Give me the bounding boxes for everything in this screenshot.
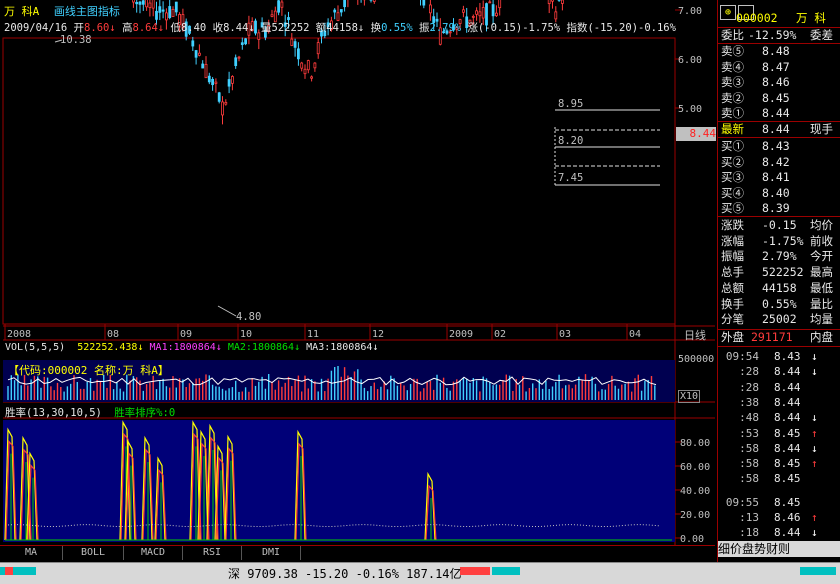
time-tick-label: 2008 xyxy=(7,329,31,340)
level-820: 8.20 xyxy=(558,135,583,147)
stat-1[interactable]: 涨幅 -1.75% 前收 xyxy=(718,234,840,249)
tick-row: 09:54 8.43 ↓ xyxy=(718,349,840,365)
status-bar: 深 9709.38 -15.20 -0.16% 187.14亿 xyxy=(0,562,840,584)
stat-5[interactable]: 换手 0.55% 量比 xyxy=(718,297,840,312)
low-value: 8.40 xyxy=(181,22,206,34)
amplitude-value: 2.79% xyxy=(430,22,462,34)
high-value: 8.64 xyxy=(133,22,158,34)
bar-date: 2009/04/16 xyxy=(4,22,67,34)
tick-row: :28 8.44 xyxy=(718,380,840,396)
kline-chart[interactable]: 10.009.008.007.006.005.00 20080809101112… xyxy=(0,0,717,545)
waipan-row: 外盘 291171 内盘 xyxy=(718,330,840,345)
stat-4[interactable]: 总额 44158 最低 xyxy=(718,281,840,296)
time-tick-label: 04 xyxy=(629,329,641,340)
latest-row: 最新 8.44 现手 xyxy=(718,122,840,137)
volume-value: 522252 xyxy=(272,22,310,34)
time-tick-label: 10 xyxy=(240,329,252,340)
close-value: 8.44 xyxy=(223,22,248,34)
tick-row: :58 8.44 ↓ xyxy=(718,441,840,457)
open-value: 8.60 xyxy=(84,22,109,34)
low-annotation: 4.80 xyxy=(236,311,261,323)
price-tick-label: 7.00 xyxy=(678,6,702,17)
sell-level-1[interactable]: 卖① 8.44 xyxy=(718,106,840,121)
win-tick-label: 0.00 xyxy=(680,534,704,545)
tab-boll[interactable]: BOLL xyxy=(63,546,124,560)
high-annotation: 10.38 xyxy=(60,34,92,46)
tick-row: :13 8.46 ↑ xyxy=(718,510,840,526)
current-price-tag: 8.44 xyxy=(676,127,716,141)
volume-unit[interactable]: X10 xyxy=(678,390,700,403)
time-mode-label[interactable]: 日线 xyxy=(684,327,706,343)
stat-6[interactable]: 分笔 25002 均量 xyxy=(718,312,840,327)
time-tick-label: 12 xyxy=(372,329,384,340)
buy-level-1[interactable]: 买① 8.43 xyxy=(718,139,840,154)
index-text: 指数(-15.20)-0.16% xyxy=(566,22,676,34)
win-rate-axis: 80.00 60.00 40.00 20.00 0.00 xyxy=(675,438,710,545)
indicator-tabs: MA BOLL MACD RSI DMI xyxy=(0,545,715,560)
buy-level-4[interactable]: 买④ 8.40 xyxy=(718,186,840,201)
buy-level-5[interactable]: 买⑤ 8.39 xyxy=(718,201,840,216)
buy-level-2[interactable]: 买② 8.42 xyxy=(718,155,840,170)
time-tick-label: 2009 xyxy=(449,329,473,340)
tab-macd[interactable]: MACD xyxy=(124,546,183,560)
win-tick-label: 40.00 xyxy=(680,486,710,497)
win-tick-label: 20.00 xyxy=(680,510,710,521)
sell-level-5[interactable]: 卖⑤ 8.48 xyxy=(718,44,840,59)
candlesticks xyxy=(7,0,656,316)
tick-row: :48 8.44 ↓ xyxy=(718,410,840,426)
quote-panel: ⊕ 000002 万 科 委比 -12.59% 委差 卖⑤ 8.48 卖④ 8.… xyxy=(717,0,840,583)
stat-3[interactable]: 总手 522252 最高 xyxy=(718,265,840,280)
chart-header: 万 科A 画线主图指标 xyxy=(4,5,120,19)
weibi-row: 委比 -12.59% 委差 xyxy=(718,28,840,43)
sell-level-3[interactable]: 卖③ 8.46 xyxy=(718,75,840,90)
time-tick-label: 09 xyxy=(180,329,192,340)
price-tick-label: 5.00 xyxy=(678,104,702,115)
tab-ma[interactable]: MA xyxy=(0,546,63,560)
stock-name: 万 科A xyxy=(4,5,39,18)
tick-row: :58 8.45 xyxy=(718,471,840,487)
tick-row: :58 8.45 ↑ xyxy=(718,456,840,472)
tab-dmi[interactable]: DMI xyxy=(242,546,301,560)
change-text: 涨(-0.15)-1.75% xyxy=(467,22,560,34)
quote-title: 000002 万 科 xyxy=(718,11,840,26)
tick-row: :28 8.44 ↓ xyxy=(718,364,840,380)
price-tick-label: 6.00 xyxy=(678,55,702,66)
win-tick-label: 80.00 xyxy=(680,438,710,449)
volume-header: VOL(5,5,5) 522252.438↓ MA1:1800864↓ MA2:… xyxy=(5,342,378,353)
amount-value: 44158 xyxy=(326,22,358,34)
ohlc-line: 2009/04/16 开8.60↓ 高8.64↓ 低8.40 收8.44↓ 量5… xyxy=(4,21,676,35)
buy-level-3[interactable]: 买③ 8.41 xyxy=(718,170,840,185)
tick-row: :53 8.45 ↑ xyxy=(718,426,840,442)
time-tick-label: 11 xyxy=(307,329,319,340)
stat-0[interactable]: 涨跌 -0.15 均价 xyxy=(718,218,840,233)
time-tick-label: 08 xyxy=(107,329,119,340)
time-tick-label: 03 xyxy=(559,329,571,340)
tick-row: :18 8.44 ↓ xyxy=(718,525,840,541)
index-summary: 深 9709.38 -15.20 -0.16% 187.14亿 xyxy=(228,565,462,582)
level-895: 8.95 xyxy=(558,98,583,110)
win-tick-label: 60.00 xyxy=(680,462,710,473)
stat-2[interactable]: 振幅 2.79% 今开 xyxy=(718,249,840,264)
time-tick-label: 02 xyxy=(494,329,506,340)
turnover-value: 0.55% xyxy=(381,22,413,34)
price-axis: 10.009.008.007.006.005.00 xyxy=(675,0,708,115)
tick-row: :38 8.44 xyxy=(718,395,840,411)
indicator-title[interactable]: 画线主图指标 xyxy=(54,5,120,18)
code-label: 【代码:000002 名称:万 科A】 xyxy=(8,362,169,378)
tab-rsi[interactable]: RSI xyxy=(183,546,242,560)
win-rate-header: 胜率(13,30,10,5) 胜率排序%:0 xyxy=(5,405,175,420)
quote-subtabs[interactable]: 细价盘势财则 xyxy=(718,541,840,557)
win-rate-bg xyxy=(3,420,675,542)
level-745: 7.45 xyxy=(558,172,583,184)
sell-level-4[interactable]: 卖④ 8.47 xyxy=(718,60,840,75)
volume-axis-label: 500000 xyxy=(678,354,714,365)
sell-level-2[interactable]: 卖② 8.45 xyxy=(718,91,840,106)
tick-row: 09:55 8.45 xyxy=(718,495,840,511)
